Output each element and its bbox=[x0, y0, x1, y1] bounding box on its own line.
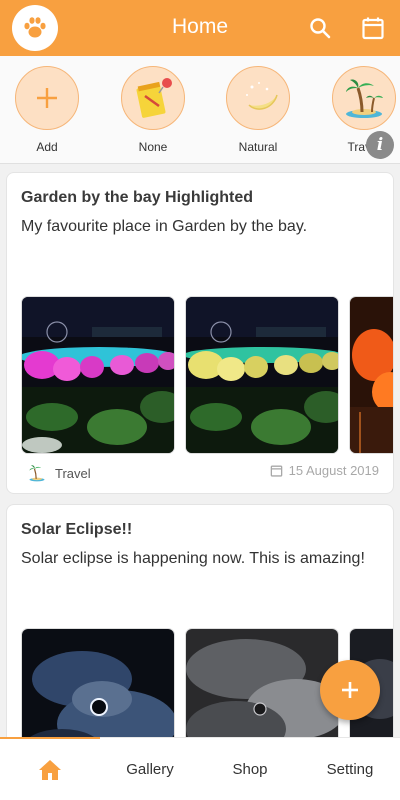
post-body: Solar eclipse is happening now. This is … bbox=[21, 550, 365, 567]
eclipse-photo bbox=[186, 629, 338, 737]
post-date-label: 15 August 2019 bbox=[288, 463, 379, 478]
garden-photo bbox=[350, 297, 393, 453]
eclipse-photo bbox=[22, 629, 174, 737]
post-photo[interactable] bbox=[349, 296, 393, 454]
category-label: None bbox=[138, 140, 168, 154]
post-title: Garden by the bay Highlighted bbox=[21, 189, 254, 206]
add-post-button[interactable] bbox=[320, 660, 380, 720]
post-date: 15 August 2019 bbox=[270, 463, 379, 478]
category-natural-circle[interactable] bbox=[226, 66, 290, 130]
post-body: My favourite place in Garden by the bay. bbox=[21, 218, 308, 235]
post-meta: Travel 15 August 2019 bbox=[21, 463, 379, 485]
category-add[interactable]: Add bbox=[7, 66, 87, 154]
post-feed[interactable]: Garden by the bay Highlighted My favouri… bbox=[0, 165, 400, 737]
category-travel-circle[interactable] bbox=[332, 66, 396, 130]
info-button[interactable]: i bbox=[366, 131, 394, 159]
category-strip: Add None Natural Travel bbox=[0, 56, 400, 164]
bottom-nav: Gallery Shop Setting bbox=[0, 737, 400, 800]
page-title: Home bbox=[171, 15, 229, 38]
plus-icon bbox=[342, 682, 358, 698]
moon-stars-icon bbox=[246, 82, 278, 110]
palm-island-icon bbox=[29, 465, 45, 482]
post-photo[interactable] bbox=[21, 628, 175, 737]
calendar-button[interactable] bbox=[359, 14, 387, 42]
category-label: Natural bbox=[238, 140, 278, 154]
search-button[interactable] bbox=[306, 14, 334, 42]
category-natural[interactable]: Natural bbox=[218, 66, 298, 154]
category-none-circle[interactable] bbox=[121, 66, 185, 130]
post-photo[interactable] bbox=[21, 296, 175, 454]
home-icon bbox=[39, 759, 61, 780]
app-bar: Home bbox=[0, 0, 400, 56]
plus-icon bbox=[37, 88, 57, 108]
post-title: Solar Eclipse!! bbox=[21, 521, 133, 538]
garden-photo bbox=[186, 297, 338, 453]
post-photo[interactable] bbox=[185, 628, 339, 737]
category-none[interactable]: None bbox=[113, 66, 193, 154]
nav-shop[interactable]: Shop bbox=[200, 738, 300, 800]
search-icon bbox=[310, 18, 331, 39]
calendar-icon bbox=[270, 465, 282, 477]
nav-gallery[interactable]: Gallery bbox=[100, 738, 200, 800]
category-label: Add bbox=[36, 140, 58, 154]
category-add-circle[interactable] bbox=[15, 66, 79, 130]
post-category[interactable]: Travel bbox=[27, 463, 91, 483]
nav-setting[interactable]: Setting bbox=[300, 738, 400, 800]
post-category-label: Travel bbox=[55, 465, 91, 481]
notepad-icon bbox=[136, 78, 172, 118]
post-card[interactable]: Garden by the bay Highlighted My favouri… bbox=[6, 172, 394, 494]
post-photo[interactable] bbox=[185, 296, 339, 454]
photo-strip[interactable] bbox=[21, 296, 393, 454]
garden-photo bbox=[22, 297, 174, 453]
calendar-icon bbox=[362, 17, 384, 40]
palm-island-icon bbox=[346, 79, 383, 118]
nav-home[interactable] bbox=[0, 738, 100, 800]
